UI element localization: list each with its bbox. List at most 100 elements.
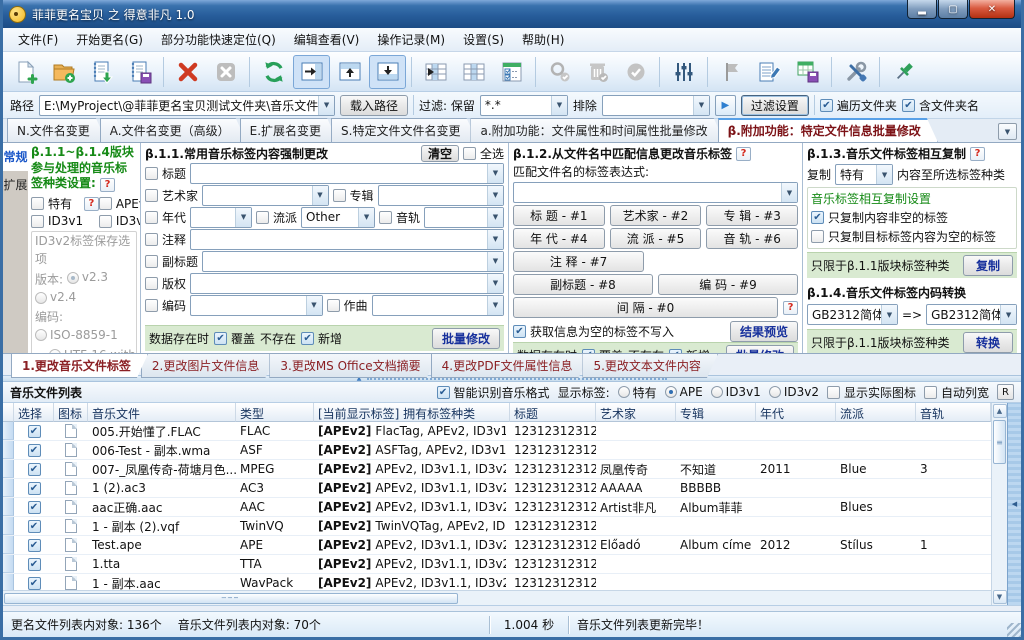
row-selector-stripe[interactable] <box>3 574 14 590</box>
help-icon[interactable]: ? <box>736 147 751 161</box>
genre-combo[interactable]: Other▼ <box>301 207 375 228</box>
vertical-scrollbar[interactable]: ▲ ≡ ▼ <box>991 403 1007 605</box>
panel-down-button[interactable] <box>369 55 406 89</box>
minimize-button[interactable]: ▂ <box>907 0 937 19</box>
vscroll-thumb[interactable]: ≡ <box>993 420 1006 464</box>
album-checkbox[interactable]: 专辑 <box>333 187 374 204</box>
comment-combo[interactable]: ▼ <box>190 229 504 250</box>
flag-button[interactable] <box>713 55 750 89</box>
tab-filename[interactable]: N.文件名变更 <box>7 118 107 142</box>
title-checkbox[interactable]: 标题 <box>145 165 186 182</box>
load-path-button[interactable]: 载入路径 <box>340 95 408 116</box>
tag-track-button[interactable]: 音 轨 - #6 <box>706 228 798 249</box>
menu-quick-locate[interactable]: 部分功能快速定位(Q) <box>152 28 285 51</box>
row-selector-stripe[interactable] <box>3 517 14 535</box>
column-select[interactable]: 选择 <box>14 403 54 422</box>
subtab-office-summary[interactable]: 3.更改MS Office文档摘要 <box>269 354 437 378</box>
subtab-music-tags[interactable]: 1.更改音乐文件标签 <box>11 354 148 378</box>
apev2-checkbox[interactable]: APEv2 <box>99 195 140 212</box>
convert-button[interactable]: 转换 <box>963 332 1013 353</box>
filter-settings-button[interactable]: 过滤设置 <box>741 95 809 116</box>
subtab-image-info[interactable]: 2.更改图片文件信息 <box>141 354 276 378</box>
tag-separator-button[interactable]: 间 隔 - #0 <box>513 297 778 318</box>
tag-comment-button[interactable]: 注 释 - #7 <box>513 251 644 272</box>
row-selector-stripe[interactable] <box>3 441 14 459</box>
copyright-combo[interactable]: ▼ <box>190 273 504 294</box>
clear-button-b11[interactable]: 清空 <box>421 145 459 162</box>
pin-button[interactable] <box>885 55 922 89</box>
tag-year-button[interactable]: 年 代 - #4 <box>513 228 605 249</box>
genre-checkbox[interactable]: 流派 <box>256 209 297 226</box>
menu-help[interactable]: 帮助(H) <box>513 28 573 51</box>
copy-source-combo[interactable]: 特有▼ <box>835 164 893 185</box>
refresh-button[interactable] <box>255 55 292 89</box>
tag-artist-button[interactable]: 艺术家 - #2 <box>610 205 702 226</box>
delete-checked-button[interactable] <box>579 55 616 89</box>
tag-subtitle-button[interactable]: 副标题 - #8 <box>513 274 653 295</box>
chevron-down-icon[interactable]: ▼ <box>693 96 709 115</box>
add-checkbox-b11[interactable]: 新增 <box>301 330 342 347</box>
expression-combo[interactable]: ▼ <box>513 182 798 203</box>
row-selector-stripe[interactable] <box>3 536 14 554</box>
tab-file-info-batch[interactable]: β.附加功能：特定文件信息批量修改 <box>718 118 938 142</box>
maximize-button[interactable]: ▢ <box>938 0 968 19</box>
skip-empty-checkbox[interactable]: 获取信息为空的标签不写入 <box>513 323 674 340</box>
composer-checkbox[interactable]: 作曲 <box>327 297 368 314</box>
tag-id3v2-radio[interactable]: ID3v2 <box>769 385 819 399</box>
row-checkbox[interactable] <box>28 482 41 495</box>
column-artist[interactable]: 艺术家 <box>596 403 676 422</box>
encoding-iso-radio[interactable]: ISO-8859-1 <box>35 327 118 344</box>
overwrite-checkbox-b11[interactable]: 覆盖 <box>214 330 255 347</box>
version-v24-radio[interactable]: v2.4 <box>35 289 76 306</box>
panel-right-button[interactable] <box>293 55 330 89</box>
artist-checkbox[interactable]: 艺术家 <box>145 187 198 204</box>
auto-column-width-checkbox[interactable]: 自动列宽 <box>924 384 989 401</box>
column-icon[interactable]: 图标 <box>54 403 88 422</box>
encoder-checkbox[interactable]: 编码 <box>145 297 186 314</box>
save-list-button[interactable] <box>121 55 158 89</box>
chevron-down-icon[interactable]: ▼ <box>318 96 334 115</box>
refresh-list-button[interactable]: R <box>997 384 1014 400</box>
unique-tag-checkbox[interactable]: 特有 ? <box>31 195 99 212</box>
copy-button[interactable]: 复制 <box>963 255 1013 276</box>
artist-combo[interactable]: ▼ <box>202 185 328 206</box>
keep-filter-combo[interactable]: *.* ▼ <box>480 95 568 116</box>
move-column-left-button[interactable] <box>417 55 454 89</box>
copyright-checkbox[interactable]: 版权 <box>145 275 186 292</box>
tab-filename-advanced[interactable]: A.文件名变更（高级） <box>100 118 247 142</box>
new-file-button[interactable] <box>7 55 44 89</box>
close-button[interactable]: ✕ <box>969 0 1015 19</box>
composer-combo[interactable]: ▼ <box>372 295 504 316</box>
tag-encoder-button[interactable]: 编 码 - #9 <box>658 274 798 295</box>
menu-start-rename[interactable]: 开始更名(G) <box>67 28 152 51</box>
show-real-icon-checkbox[interactable]: 显示实际图标 <box>827 384 916 401</box>
tools-button[interactable] <box>837 55 874 89</box>
apply-filter-button[interactable]: ▶ <box>715 95 736 116</box>
exclude-filter-combo[interactable]: ▼ <box>602 95 710 116</box>
encoding-to-combo[interactable]: GB2312简体▼ <box>926 304 1017 325</box>
horizontal-scrollbar[interactable]: ┉┉┉ <box>3 590 991 605</box>
encoder-combo[interactable]: ▼ <box>190 295 322 316</box>
batch-apply-button-b12[interactable]: 批量修改 <box>726 345 794 353</box>
id3v1-checkbox[interactable]: ID3v1 <box>31 214 99 228</box>
column-track[interactable]: 音轨 <box>916 403 991 422</box>
row-checkbox[interactable] <box>28 501 41 514</box>
search-button[interactable] <box>541 55 578 89</box>
copy-target-empty-checkbox[interactable]: 只复制目标标签内容为空的标签 <box>811 228 996 245</box>
open-folder-button[interactable] <box>45 55 82 89</box>
batch-apply-button-b11[interactable]: 批量修改 <box>432 328 500 349</box>
subtitle-checkbox[interactable]: 副标题 <box>145 253 198 270</box>
select-all-checkbox[interactable]: 全选 <box>463 145 504 162</box>
tag-ape-radio[interactable]: APE <box>665 385 703 399</box>
tab-overflow-button[interactable]: ▼ <box>998 123 1017 140</box>
preview-button[interactable]: 结果预览 <box>730 321 798 342</box>
row-checkbox[interactable] <box>28 463 41 476</box>
column-title[interactable]: 标题 <box>510 403 596 422</box>
table-row[interactable]: Test.ape APE [APEv2]APEv2, ID3v1.1, ID3v… <box>3 536 991 555</box>
right-panel-splitter[interactable]: ◀ <box>1007 403 1021 605</box>
row-selector-stripe[interactable] <box>3 555 14 573</box>
import-list-button[interactable] <box>83 55 120 89</box>
scroll-down-icon[interactable]: ▼ <box>993 590 1007 604</box>
tag-album-button[interactable]: 专 辑 - #3 <box>706 205 798 226</box>
album-combo[interactable]: ▼ <box>378 185 504 206</box>
